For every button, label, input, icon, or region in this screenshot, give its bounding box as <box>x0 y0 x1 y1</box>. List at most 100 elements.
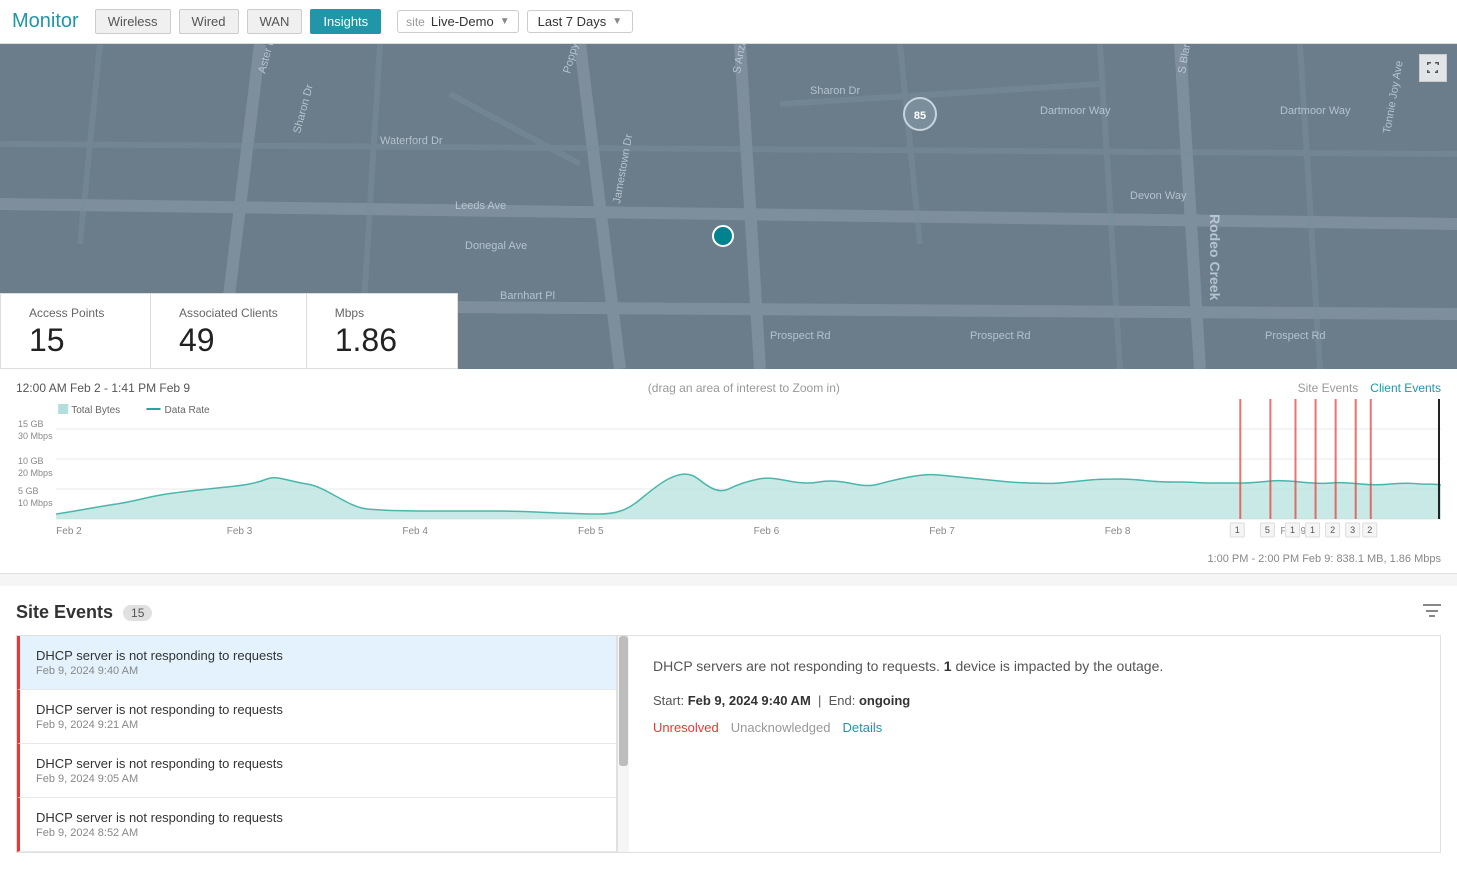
stat-clients-label: Associated Clients <box>179 306 278 320</box>
time-range-label: Last 7 Days <box>538 14 607 29</box>
svg-text:Prospect Rd: Prospect Rd <box>970 330 1031 342</box>
events-filter-icon[interactable] <box>1423 604 1441 621</box>
event-item-1[interactable]: DHCP server is not responding to request… <box>17 690 616 744</box>
end-value: ongoing <box>859 693 910 708</box>
status-details-link[interactable]: Details <box>843 720 883 735</box>
svg-text:Data Rate: Data Rate <box>165 405 211 416</box>
events-list: DHCP server is not responding to request… <box>17 636 617 852</box>
start-label: Start: <box>653 693 684 708</box>
nav-wan[interactable]: WAN <box>247 9 303 34</box>
status-unacknowledged: Unacknowledged <box>731 720 831 735</box>
event-item-2[interactable]: DHCP server is not responding to request… <box>17 744 616 798</box>
chart-time-range: 12:00 AM Feb 2 - 1:41 PM Feb 9 <box>16 381 190 395</box>
event-time-1: Feb 9, 2024 9:21 AM <box>36 719 600 731</box>
svg-text:5 GB: 5 GB <box>18 486 39 496</box>
svg-text:Sharon Dr: Sharon Dr <box>810 85 860 97</box>
events-count-badge: 15 <box>123 605 152 621</box>
event-title-1: DHCP server is not responding to request… <box>36 702 600 717</box>
start-value: Feb 9, 2024 9:40 AM <box>688 693 811 708</box>
events-header: Site Events 15 <box>16 602 1441 623</box>
app-title: Monitor <box>12 10 79 33</box>
nav-wireless[interactable]: Wireless <box>95 9 171 34</box>
svg-text:5: 5 <box>1265 525 1270 535</box>
events-body: DHCP server is not responding to request… <box>16 635 1441 853</box>
events-scrollbar[interactable] <box>617 636 629 852</box>
stats-bar: Access Points 15 Associated Clients 49 M… <box>0 293 458 369</box>
svg-text:2: 2 <box>1367 525 1372 535</box>
site-events-toggle[interactable]: Site Events <box>1298 381 1359 395</box>
nav-insights[interactable]: Insights <box>310 9 381 34</box>
svg-text:1: 1 <box>1310 525 1315 535</box>
svg-text:Dartmoor Way: Dartmoor Way <box>1040 105 1111 117</box>
svg-text:3: 3 <box>1350 525 1355 535</box>
map-section: Sharon Dr Sharon Dr Dartmoor Way Dartmoo… <box>0 44 1457 369</box>
svg-text:Rodeo Creek: Rodeo Creek <box>1207 214 1223 301</box>
chart-tooltip-info: 1:00 PM - 2:00 PM Feb 9: 838.1 MB, 1.86 … <box>16 549 1441 573</box>
svg-text:Dartmoor Way: Dartmoor Way <box>1280 105 1351 117</box>
detail-times: Start: Feb 9, 2024 9:40 AM | End: ongoin… <box>653 693 1416 708</box>
event-time-2: Feb 9, 2024 9:05 AM <box>36 773 600 785</box>
time-range-selector[interactable]: Last 7 Days ▼ <box>527 10 634 33</box>
svg-text:20 Mbps: 20 Mbps <box>18 468 53 478</box>
svg-text:Waterford Dr: Waterford Dr <box>380 135 443 147</box>
stat-mbps: Mbps 1.86 <box>307 294 457 368</box>
stat-ap-value: 15 <box>29 324 122 356</box>
stat-mbps-label: Mbps <box>335 306 429 320</box>
status-unresolved: Unresolved <box>653 720 719 735</box>
chart-svg: 15 GB 30 Mbps 10 GB 20 Mbps 5 GB 10 Mbps… <box>16 399 1441 549</box>
stat-ap-label: Access Points <box>29 306 122 320</box>
svg-text:10 GB: 10 GB <box>18 456 44 466</box>
svg-text:Total Bytes: Total Bytes <box>71 405 120 416</box>
client-events-toggle[interactable]: Client Events <box>1370 381 1441 395</box>
detail-status: Unresolved Unacknowledged Details <box>653 720 1416 735</box>
svg-text:Barnhart Pl: Barnhart Pl <box>500 290 555 302</box>
site-label: site <box>406 15 425 29</box>
svg-text:Donegal Ave: Donegal Ave <box>465 240 527 252</box>
svg-text:Feb 8: Feb 8 <box>1105 526 1131 537</box>
event-detail-panel: DHCP servers are not responding to reque… <box>629 636 1440 852</box>
chart-container[interactable]: 15 GB 30 Mbps 10 GB 20 Mbps 5 GB 10 Mbps… <box>16 399 1441 549</box>
event-time-0: Feb 9, 2024 9:40 AM <box>36 665 600 677</box>
site-name: Live-Demo <box>431 14 494 29</box>
svg-text:Leeds Ave: Leeds Ave <box>455 200 506 212</box>
chart-header: 12:00 AM Feb 2 - 1:41 PM Feb 9 (drag an … <box>16 381 1441 395</box>
detail-description: DHCP servers are not responding to reque… <box>653 656 1416 677</box>
event-title-2: DHCP server is not responding to request… <box>36 756 600 771</box>
stat-clients-value: 49 <box>179 324 278 356</box>
svg-text:Prospect Rd: Prospect Rd <box>1265 330 1326 342</box>
svg-text:Feb 6: Feb 6 <box>754 526 780 537</box>
events-title: Site Events <box>16 602 113 623</box>
svg-text:Devon Way: Devon Way <box>1130 190 1187 202</box>
svg-text:Feb 4: Feb 4 <box>402 526 428 537</box>
stat-mbps-value: 1.86 <box>335 324 429 356</box>
site-dropdown-arrow: ▼ <box>500 16 510 27</box>
stat-clients: Associated Clients 49 <box>151 294 307 368</box>
site-selector[interactable]: site Live-Demo ▼ <box>397 10 518 33</box>
svg-text:1: 1 <box>1290 525 1295 535</box>
svg-text:Feb 7: Feb 7 <box>929 526 955 537</box>
time-dropdown-arrow: ▼ <box>612 16 622 27</box>
event-title-0: DHCP server is not responding to request… <box>36 648 600 663</box>
event-item-0[interactable]: DHCP server is not responding to request… <box>17 636 616 690</box>
event-item-3[interactable]: DHCP server is not responding to request… <box>17 798 616 852</box>
chart-section: 12:00 AM Feb 2 - 1:41 PM Feb 9 (drag an … <box>0 369 1457 574</box>
event-time-3: Feb 9, 2024 8:52 AM <box>36 827 600 839</box>
svg-text:Feb 5: Feb 5 <box>578 526 604 537</box>
chart-zoom-hint: (drag an area of interest to Zoom in) <box>190 381 1298 395</box>
end-label: End: <box>829 693 856 708</box>
svg-text:Prospect Rd: Prospect Rd <box>770 330 831 342</box>
scroll-thumb[interactable] <box>619 636 628 766</box>
svg-text:2: 2 <box>1330 525 1335 535</box>
svg-text:Feb 3: Feb 3 <box>227 526 253 537</box>
fullscreen-button[interactable] <box>1419 54 1447 82</box>
svg-text:85: 85 <box>914 110 926 122</box>
svg-text:1: 1 <box>1235 525 1240 535</box>
stat-access-points: Access Points 15 <box>1 294 151 368</box>
events-section: Site Events 15 DHCP server is not respon… <box>0 586 1457 869</box>
nav-wired[interactable]: Wired <box>179 9 239 34</box>
chart-event-toggle: Site Events Client Events <box>1298 381 1441 395</box>
svg-text:15 GB: 15 GB <box>18 419 44 429</box>
header: Monitor Wireless Wired WAN Insights site… <box>0 0 1457 44</box>
svg-text:Feb 2: Feb 2 <box>56 526 82 537</box>
event-title-3: DHCP server is not responding to request… <box>36 810 600 825</box>
